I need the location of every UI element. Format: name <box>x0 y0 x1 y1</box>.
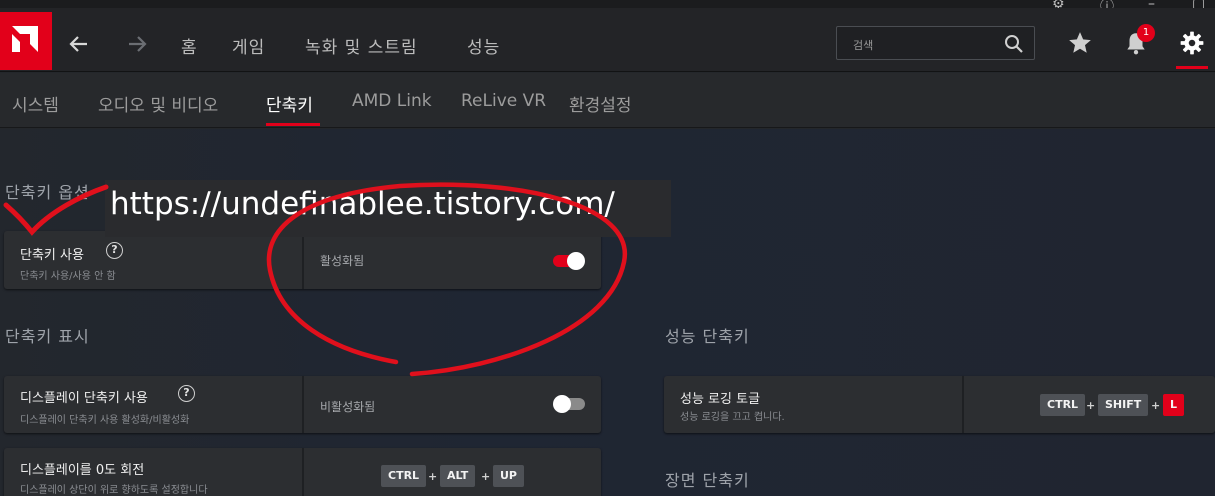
section-title-display-hotkeys: 단축키 표시 <box>5 327 90 346</box>
hotkey-use-value: 활성화됨 <box>320 254 365 268</box>
tab-preferences[interactable]: 환경설정 <box>569 91 632 116</box>
plus-sign: + <box>1151 399 1161 412</box>
hotkey-use-card: 단축키 사용 ? 단축키 사용/사용 안 함 활성화됨 <box>4 231 601 289</box>
perf-logging-subtitle: 성능 로깅을 끄고 켭니다. <box>680 412 785 423</box>
search-icon[interactable] <box>1004 34 1024 54</box>
card-divider <box>302 231 304 289</box>
help-icon[interactable]: ? <box>178 385 195 402</box>
rotate-display-subtitle: 디스플레이 상단이 위로 향하도록 설정합니다 <box>20 485 208 496</box>
card-divider <box>302 376 304 433</box>
key-up[interactable]: UP <box>493 465 524 487</box>
gear-icon[interactable] <box>1179 30 1205 56</box>
search-placeholder: 검색 <box>853 39 874 52</box>
section-title-performance-hotkeys: 성능 단축키 <box>665 327 750 346</box>
key-ctrl[interactable]: CTRL <box>381 465 427 487</box>
key-alt[interactable]: ALT <box>440 465 476 487</box>
display-hotkey-title: 디스플레이 단축키 사용 <box>20 391 148 406</box>
card-divider <box>302 448 304 496</box>
tab-relive-vr[interactable]: ReLive VR <box>461 91 546 111</box>
display-hotkey-toggle[interactable] <box>553 395 585 413</box>
display-hotkey-card: 디스플레이 단축키 사용 ? 디스플레이 단축키 사용 활성화/비활성화 비활성… <box>4 376 601 433</box>
toggle-knob <box>553 395 571 413</box>
forward-arrow-icon[interactable] <box>125 32 149 56</box>
window-titlebar: ⚙ ⓘ – ▢ <box>0 0 1215 15</box>
watermark-text: https://undefinablee.tistory.com/ <box>110 186 615 222</box>
active-tab-indicator <box>266 123 320 126</box>
settings-tabs: 시스템 오디오 및 비디오 단축키 AMD Link ReLive VR 환경설… <box>0 73 1215 128</box>
nav-record-stream[interactable]: 녹화 및 스트림 <box>305 33 418 58</box>
plus-sign: + <box>481 470 491 483</box>
rotate-display-title: 디스플레이를 0도 회전 <box>20 463 145 478</box>
key-ctrl[interactable]: CTRL <box>1040 394 1086 416</box>
nav-home[interactable]: 홈 <box>181 33 198 58</box>
key-l[interactable]: L <box>1163 394 1185 416</box>
card-divider <box>962 376 964 433</box>
nav-games[interactable]: 게임 <box>232 33 265 58</box>
settings-active-indicator <box>1176 66 1208 69</box>
help-icon[interactable]: ? <box>106 242 123 259</box>
tab-audio-video[interactable]: 오디오 및 비디오 <box>98 91 218 116</box>
tab-system[interactable]: 시스템 <box>12 91 59 116</box>
section-title-hotkey-options: 단축키 옵션 <box>5 183 90 202</box>
perf-logging-title: 성능 로깅 토글 <box>680 392 761 407</box>
perf-logging-card: 성능 로깅 토글 성능 로깅을 끄고 켭니다. CTRL + SHIFT + L <box>664 376 1215 433</box>
hotkey-use-title: 단축키 사용 <box>20 248 84 263</box>
rotate-display-card: 디스플레이를 0도 회전 디스플레이 상단이 위로 향하도록 설정합니다 CTR… <box>4 448 601 496</box>
tab-amd-link[interactable]: AMD Link <box>352 91 432 111</box>
key-shift[interactable]: SHIFT <box>1098 394 1149 416</box>
search-box[interactable]: 검색 <box>836 26 1035 60</box>
toggle-knob <box>567 252 585 270</box>
back-arrow-icon[interactable] <box>67 32 91 56</box>
plus-sign: + <box>428 470 438 483</box>
nav-performance[interactable]: 성능 <box>467 33 500 58</box>
tab-hotkeys[interactable]: 단축키 <box>266 91 313 116</box>
display-hotkey-value: 비활성화됨 <box>320 400 376 414</box>
hotkey-use-subtitle: 단축키 사용/사용 안 함 <box>20 271 116 282</box>
section-title-scene-hotkeys: 장면 단축키 <box>665 471 750 490</box>
plus-sign: + <box>1086 399 1096 412</box>
amd-logo-icon[interactable] <box>0 12 52 70</box>
notification-badge: 1 <box>1137 24 1155 42</box>
hotkey-use-toggle[interactable] <box>553 252 585 270</box>
display-hotkey-subtitle: 디스플레이 단축키 사용 활성화/비활성화 <box>20 415 190 426</box>
star-icon[interactable] <box>1067 30 1093 56</box>
